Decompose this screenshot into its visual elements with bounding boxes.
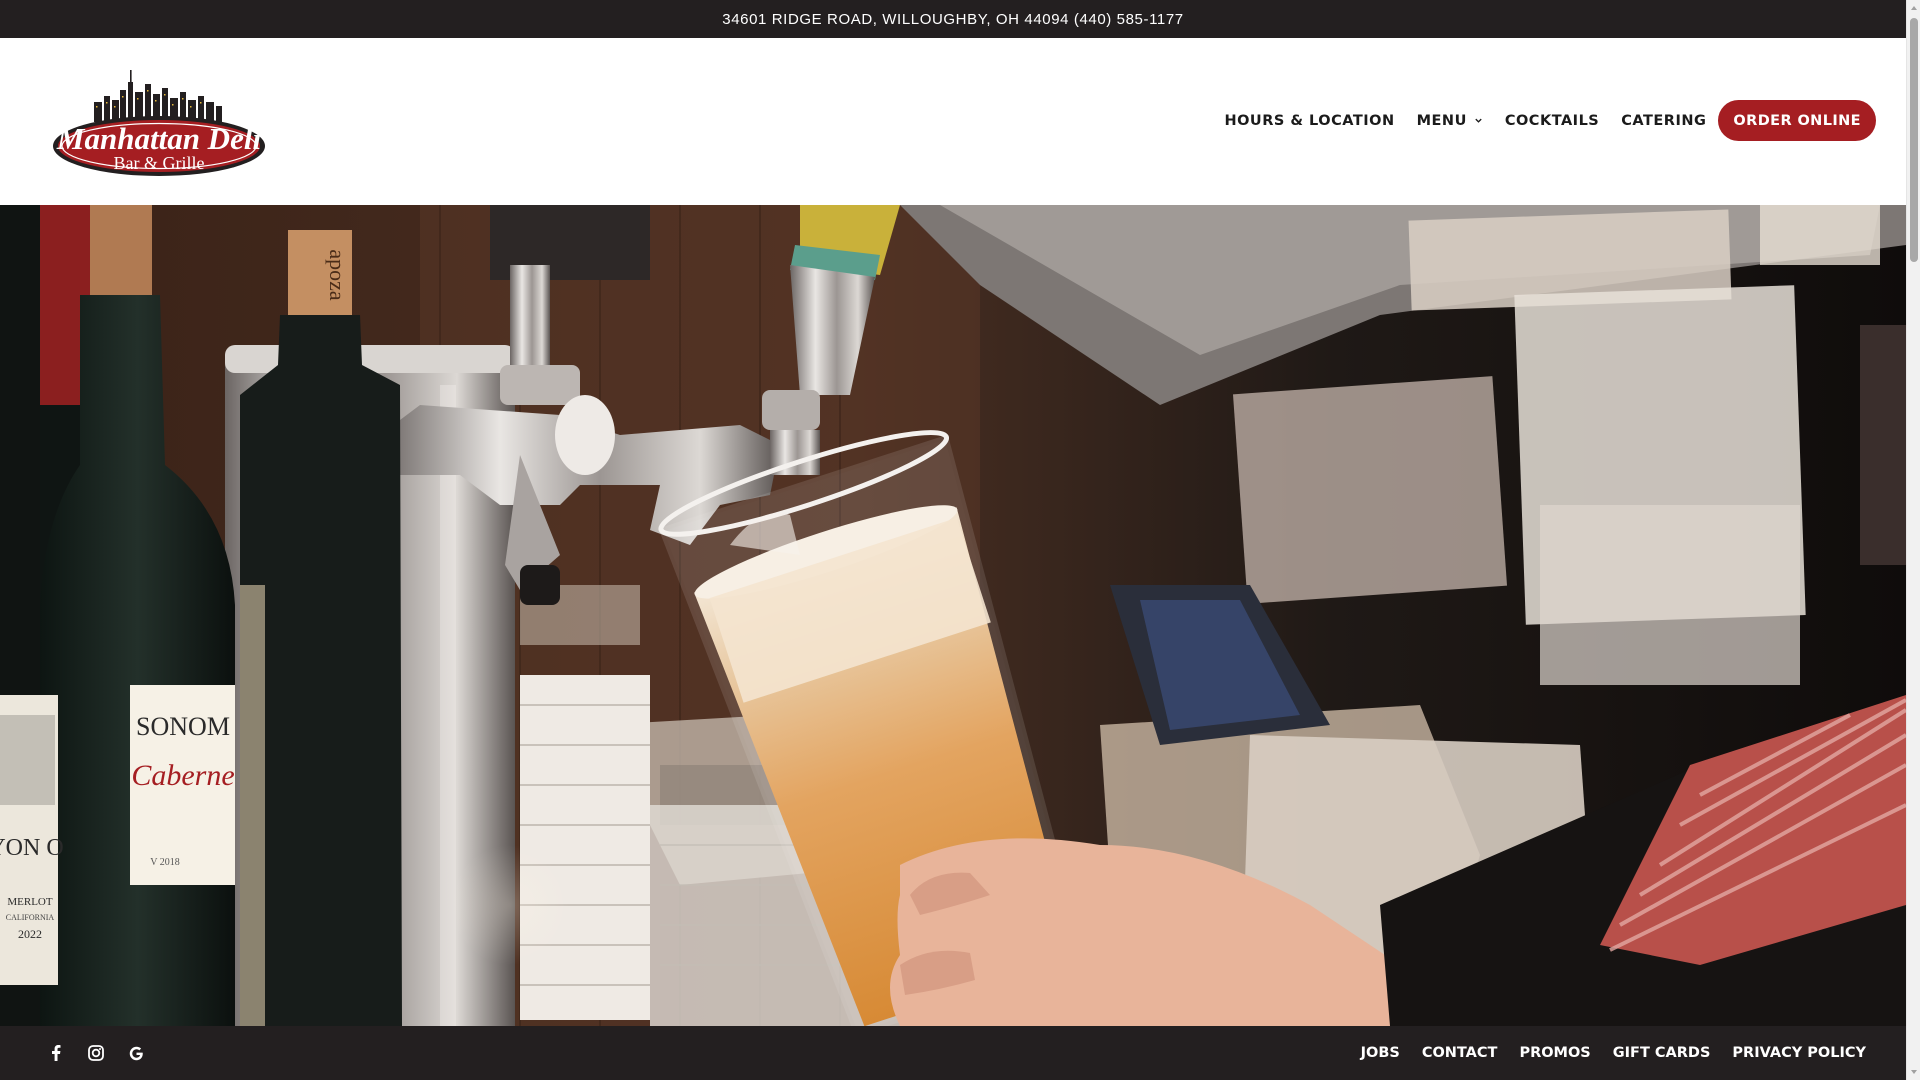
order-online-label: ORDER ONLINE [1733, 112, 1861, 129]
top-info-bar: 34601 RIDGE ROAD, WILLOUGHBY, OH 44094 (… [0, 0, 1906, 38]
scrollbar-thumb[interactable] [1910, 18, 1918, 262]
nav-catering[interactable]: CATERING [1621, 113, 1706, 129]
chevron-down-icon [1475, 118, 1482, 123]
bottle-label-brand: SONOM [136, 712, 230, 741]
footer-link-privacy-policy[interactable]: PRIVACY POLICY [1732, 1045, 1866, 1061]
nav-menu-label: MENU [1416, 112, 1467, 129]
left-bottle-wine: MERLOT [7, 896, 53, 908]
nav-cocktails[interactable]: COCKTAILS [1505, 113, 1599, 129]
main-nav: HOURS & LOCATION MENU COCKTAILS CATERING… [1224, 100, 1876, 141]
site-footer: JOBS CONTACT PROMOS GIFT CARDS PRIVACY P… [0, 1026, 1906, 1080]
hero-image: SONOM Caberne V 2018 YON O MERLOT CALIFO… [0, 205, 1906, 1026]
left-bottle-year: 2022 [18, 927, 42, 941]
scroll-up-arrow-icon[interactable] [1910, 4, 1918, 12]
address-phone-text: 34601 RIDGE ROAD, WILLOUGHBY, OH 44094 (… [722, 10, 1184, 28]
logo-graphic: Manhattan Deli Bar & Grille [53, 70, 265, 176]
footer-link-gift-cards[interactable]: GIFT CARDS [1613, 1045, 1711, 1061]
instagram-icon[interactable] [88, 1045, 104, 1061]
google-icon[interactable] [128, 1045, 144, 1061]
nav-catering-label: CATERING [1621, 112, 1707, 129]
site-header: Manhattan Deli Bar & Grille HOURS & LOCA… [0, 38, 1906, 205]
bottle-label-year: V 2018 [150, 857, 180, 868]
footer-nav: JOBS CONTACT PROMOS GIFT CARDS PRIVACY P… [1339, 1026, 1866, 1080]
scroll-down-arrow-icon[interactable] [1910, 1068, 1918, 1076]
nav-hours-location-label: HOURS & LOCATION [1224, 112, 1395, 129]
footer-link-promos[interactable]: PROMOS [1519, 1045, 1590, 1061]
footer-link-jobs[interactable]: JOBS [1361, 1045, 1400, 1061]
cork-text: apoza [325, 249, 350, 301]
order-online-button[interactable]: ORDER ONLINE [1718, 100, 1876, 141]
left-bottle-label: YON O [0, 835, 64, 861]
footer-link-contact[interactable]: CONTACT [1422, 1045, 1498, 1061]
left-bottle-region: CALIFORNIA [6, 913, 55, 922]
social-links [48, 1026, 168, 1080]
nav-hours-location[interactable]: HOURS & LOCATION [1224, 113, 1394, 129]
page-scrollbar[interactable] [1906, 0, 1920, 1080]
bottle-label-variety: Caberne [131, 759, 234, 792]
facebook-icon[interactable] [48, 1045, 64, 1061]
hero-photo-beer-tap: SONOM Caberne V 2018 YON O MERLOT CALIFO… [0, 205, 1906, 1026]
nav-cocktails-label: COCKTAILS [1504, 112, 1600, 129]
logo-subtitle: Bar & Grille [114, 153, 205, 173]
nav-menu[interactable]: MENU [1417, 113, 1483, 129]
site-logo[interactable]: Manhattan Deli Bar & Grille [50, 62, 268, 180]
logo-name: Manhattan Deli [56, 121, 262, 156]
